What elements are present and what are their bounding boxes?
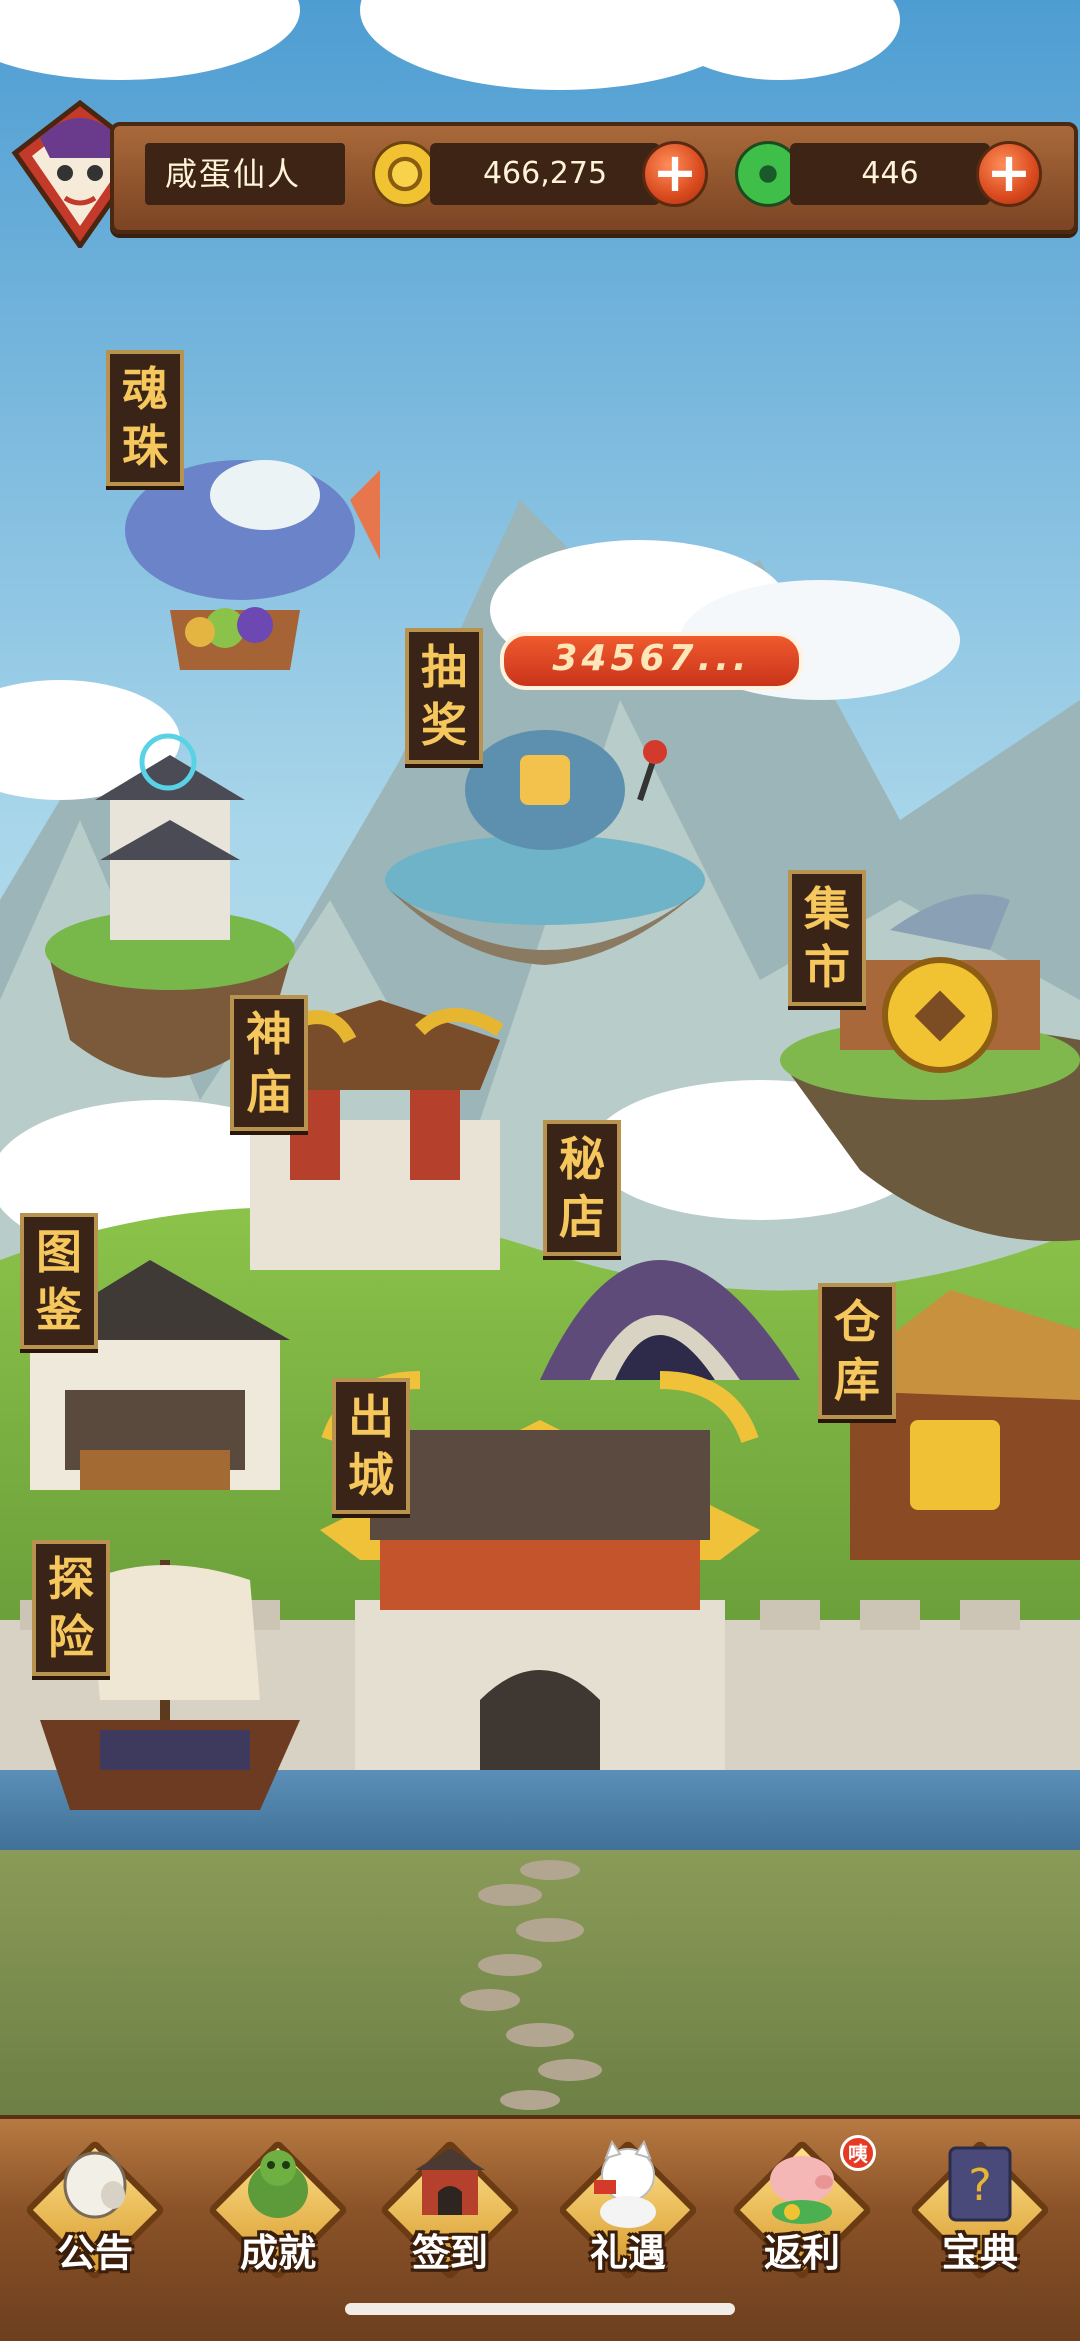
coin-icon bbox=[372, 141, 438, 207]
menu-label: 签到 bbox=[411, 2231, 488, 2275]
building-warehouse[interactable]: 仓库 bbox=[818, 1283, 896, 1419]
menu-gift[interactable]: 礼遇 bbox=[548, 2130, 708, 2300]
player-name[interactable]: 咸蛋仙人 bbox=[145, 143, 345, 205]
menu-announcement[interactable]: 公告 bbox=[15, 2130, 175, 2300]
menu-label: 成就 bbox=[239, 2231, 316, 2275]
building-secret-shop[interactable]: 秘店 bbox=[543, 1120, 621, 1256]
building-lottery[interactable]: 抽奖 bbox=[405, 628, 483, 764]
menu-checkin[interactable]: 签到 bbox=[370, 2130, 530, 2300]
menu-label: 宝典 bbox=[941, 2231, 1018, 2275]
jade-amount: 446 bbox=[790, 143, 990, 205]
add-jade-button[interactable]: + bbox=[976, 141, 1042, 207]
gate-icon bbox=[415, 2148, 485, 2215]
menu-achievement[interactable]: 成就 bbox=[198, 2130, 358, 2300]
book-icon: ? bbox=[948, 2146, 1012, 2222]
lucky-cat-icon bbox=[594, 2140, 656, 2228]
menu-label: 公告 bbox=[56, 2231, 133, 2275]
home-indicator[interactable] bbox=[345, 2303, 735, 2315]
building-explore[interactable]: 探险 bbox=[32, 1540, 110, 1676]
menu-label: 返利 bbox=[763, 2231, 840, 2275]
building-temple[interactable]: 神庙 bbox=[230, 995, 308, 1131]
svg-text:?: ? bbox=[968, 2160, 991, 2211]
jade-dragon-icon bbox=[248, 2150, 308, 2218]
add-coins-button[interactable]: + bbox=[642, 141, 708, 207]
piggy-bank-icon bbox=[770, 2156, 834, 2224]
menu-label: 礼遇 bbox=[589, 2231, 666, 2275]
building-soul-orb[interactable]: 魂珠 bbox=[106, 350, 184, 486]
menu-guide[interactable]: ? 宝典 bbox=[900, 2130, 1060, 2300]
megaphone-icon bbox=[63, 2151, 127, 2219]
building-market[interactable]: 集市 bbox=[788, 870, 866, 1006]
building-codex[interactable]: 图鉴 bbox=[20, 1213, 98, 1349]
coin-amount: 466,275 bbox=[430, 143, 660, 205]
building-leave-city[interactable]: 出城 bbox=[332, 1378, 410, 1514]
lottery-jackpot-banner[interactable]: 34567... bbox=[500, 632, 803, 690]
rebate-badge: 咦 bbox=[840, 2135, 876, 2171]
